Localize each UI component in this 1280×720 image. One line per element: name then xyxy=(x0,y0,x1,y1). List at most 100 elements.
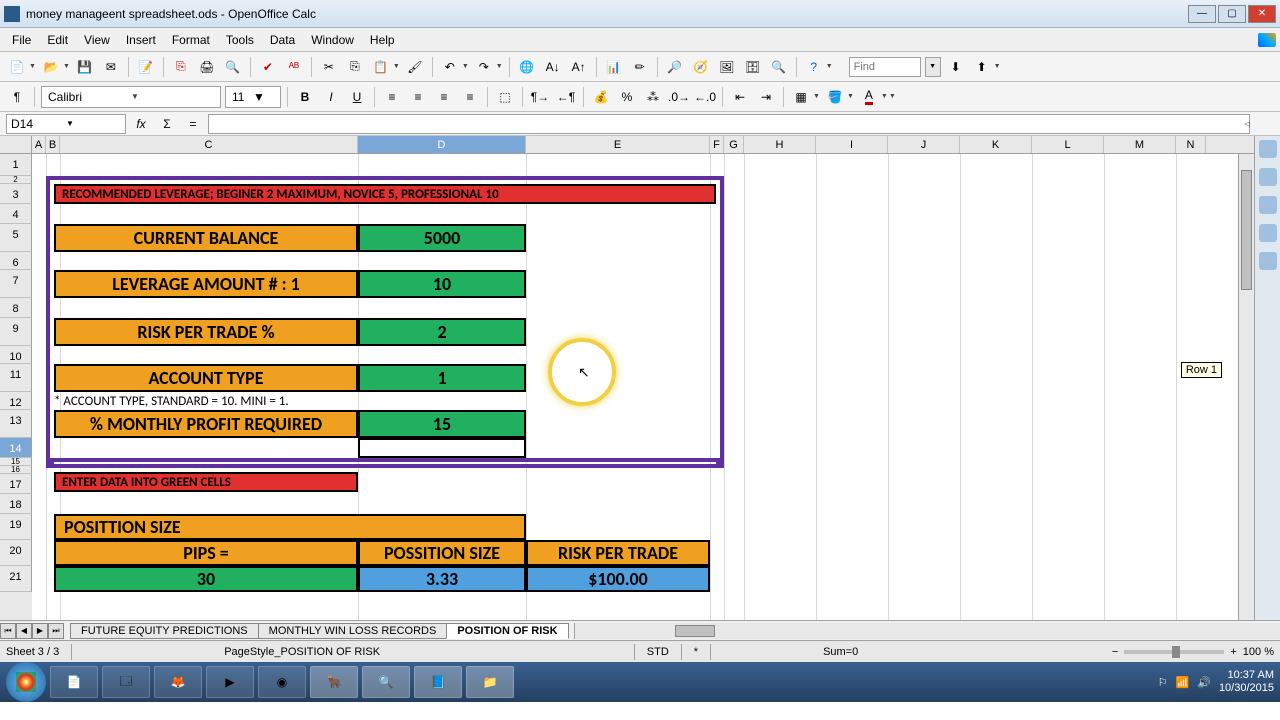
fmt-overflow-icon[interactable]: ▼ xyxy=(889,93,896,100)
col-K[interactable]: K xyxy=(960,136,1032,153)
print-icon[interactable]: 🖨 xyxy=(196,56,218,78)
col-A[interactable]: A xyxy=(32,136,46,153)
sheet-tab-3[interactable]: POSITION OF RISK xyxy=(446,623,568,639)
row-21[interactable]: 21 xyxy=(0,566,32,592)
format-paintbrush-icon[interactable]: 🖌 xyxy=(404,56,426,78)
col-J[interactable]: J xyxy=(888,136,960,153)
font-size-select[interactable]: 11▼ xyxy=(225,86,281,108)
horizontal-scrollbar[interactable] xyxy=(574,623,1280,639)
fontcolor-icon[interactable]: A xyxy=(858,86,880,108)
status-sum[interactable]: Sum=0 xyxy=(823,646,858,658)
autospell-icon[interactable]: ᴬᴮ xyxy=(283,56,305,78)
grid[interactable]: 1 2 3 4 5 6 7 8 9 10 11 12 13 14 15 16 1… xyxy=(0,154,1254,620)
borders-icon[interactable]: ▦ xyxy=(790,86,812,108)
zoom-icon[interactable]: 🔍 xyxy=(768,56,790,78)
zoom-slider[interactable] xyxy=(1124,650,1224,654)
formula-input[interactable] xyxy=(208,114,1250,134)
increase-indent-icon[interactable]: ⇥ xyxy=(755,86,777,108)
percent-icon[interactable]: % xyxy=(616,86,638,108)
borders-dropdown-icon[interactable]: ▼ xyxy=(813,93,820,100)
taskbar-explorer-icon[interactable]: 🗔 xyxy=(102,666,150,698)
col-I[interactable]: I xyxy=(816,136,888,153)
function-wizard-icon[interactable]: fx xyxy=(130,113,152,135)
row-20[interactable]: 20 xyxy=(0,540,32,566)
sheet-tab-1[interactable]: FUTURE EQUITY PREDICTIONS xyxy=(70,623,259,639)
preview-icon[interactable]: 🔍 xyxy=(222,56,244,78)
save-icon[interactable]: 💾 xyxy=(74,56,96,78)
font-name-select[interactable]: Calibri▼ xyxy=(41,86,221,108)
currency-icon[interactable]: 💰 xyxy=(590,86,612,108)
fontcolor-dropdown-icon[interactable]: ▼ xyxy=(881,93,888,100)
zoom-out-icon[interactable]: − xyxy=(1112,646,1118,658)
zoom-value[interactable]: 100 % xyxy=(1243,646,1274,658)
sum-icon[interactable]: Σ xyxy=(156,113,178,135)
vscroll-thumb[interactable] xyxy=(1241,170,1252,290)
start-button[interactable] xyxy=(6,662,46,702)
selected-cell[interactable] xyxy=(358,438,526,458)
menu-file[interactable]: File xyxy=(4,31,39,49)
menu-format[interactable]: Format xyxy=(164,31,218,49)
menu-window[interactable]: Window xyxy=(303,31,362,49)
tray-clock[interactable]: 10:37 AM 10/30/2015 xyxy=(1219,669,1274,695)
sidebar-gallery-icon[interactable] xyxy=(1259,196,1277,214)
row-3[interactable]: 3 xyxy=(0,184,32,204)
taskbar-openoffice-icon[interactable]: 📘 xyxy=(414,666,462,698)
find-prev-icon[interactable]: ⬆ xyxy=(971,56,993,78)
sidebar-navigator-icon[interactable] xyxy=(1259,224,1277,242)
taskbar-app1-icon[interactable]: 🐂 xyxy=(310,666,358,698)
sidebar-styles-icon[interactable] xyxy=(1259,168,1277,186)
cell-reference-box[interactable]: D14▼ xyxy=(6,114,126,134)
row-12[interactable]: 12 xyxy=(0,392,32,410)
col-M[interactable]: M xyxy=(1104,136,1176,153)
taskbar-notepad-icon[interactable]: 📄 xyxy=(50,666,98,698)
cut-icon[interactable]: ✂ xyxy=(318,56,340,78)
menu-view[interactable]: View xyxy=(76,31,118,49)
tray-network-icon[interactable]: 📶 xyxy=(1176,676,1190,689)
row-8[interactable]: 8 xyxy=(0,298,32,318)
value-profit[interactable]: 15 xyxy=(358,410,526,438)
undo-dropdown-icon[interactable]: ▼ xyxy=(462,63,469,70)
italic-button[interactable]: I xyxy=(320,86,342,108)
align-right-icon[interactable]: ≡ xyxy=(433,86,455,108)
col-H[interactable]: H xyxy=(744,136,816,153)
col-N[interactable]: N xyxy=(1176,136,1206,153)
tab-last-icon[interactable]: ⏭ xyxy=(48,623,64,639)
export-pdf-icon[interactable]: ⎘ xyxy=(170,56,192,78)
row-14[interactable]: 14 xyxy=(0,438,32,458)
paste-dropdown-icon[interactable]: ▼ xyxy=(393,63,400,70)
close-button[interactable]: ✕ xyxy=(1248,5,1276,23)
sidebar-toggle-icon[interactable]: ◁ xyxy=(1245,120,1250,128)
bold-button[interactable]: B xyxy=(294,86,316,108)
styles-icon[interactable]: ¶ xyxy=(6,86,28,108)
tab-first-icon[interactable]: ⏮ xyxy=(0,623,16,639)
spellcheck-icon[interactable]: ✔ xyxy=(257,56,279,78)
align-center-icon[interactable]: ≡ xyxy=(407,86,429,108)
row-6[interactable]: 6 xyxy=(0,252,32,270)
gallery-icon[interactable]: 🖼 xyxy=(716,56,738,78)
hscroll-thumb[interactable] xyxy=(675,625,715,637)
menu-data[interactable]: Data xyxy=(262,31,303,49)
col-D[interactable]: D xyxy=(358,136,526,153)
find-next-icon[interactable]: ⬇ xyxy=(945,56,967,78)
row-1[interactable]: 1 xyxy=(0,154,32,176)
row-17[interactable]: 17 xyxy=(0,474,32,494)
sort-asc-icon[interactable]: A↓ xyxy=(542,56,564,78)
new-dropdown-icon[interactable]: ▼ xyxy=(29,63,36,70)
sort-desc-icon[interactable]: A↑ xyxy=(568,56,590,78)
row-18[interactable]: 18 xyxy=(0,494,32,514)
value-leverage[interactable]: 10 xyxy=(358,270,526,298)
find-input[interactable] xyxy=(849,57,921,77)
chart-icon[interactable]: 📊 xyxy=(603,56,625,78)
decrease-indent-icon[interactable]: ⇤ xyxy=(729,86,751,108)
zoom-in-icon[interactable]: + xyxy=(1230,646,1236,658)
open-icon[interactable]: 📂 xyxy=(40,56,62,78)
tray-volume-icon[interactable]: 🔊 xyxy=(1197,676,1211,689)
row-13[interactable]: 13 xyxy=(0,410,32,438)
rtl-icon[interactable]: ←¶ xyxy=(555,86,577,108)
find-replace-icon[interactable]: 🔎 xyxy=(664,56,686,78)
merge-cells-icon[interactable]: ⬚ xyxy=(494,86,516,108)
taskbar-media-icon[interactable]: ▶ xyxy=(206,666,254,698)
taskbar-folder-icon[interactable]: 📁 xyxy=(466,666,514,698)
ltr-icon[interactable]: ¶→ xyxy=(529,86,551,108)
row-11[interactable]: 11 xyxy=(0,364,32,392)
